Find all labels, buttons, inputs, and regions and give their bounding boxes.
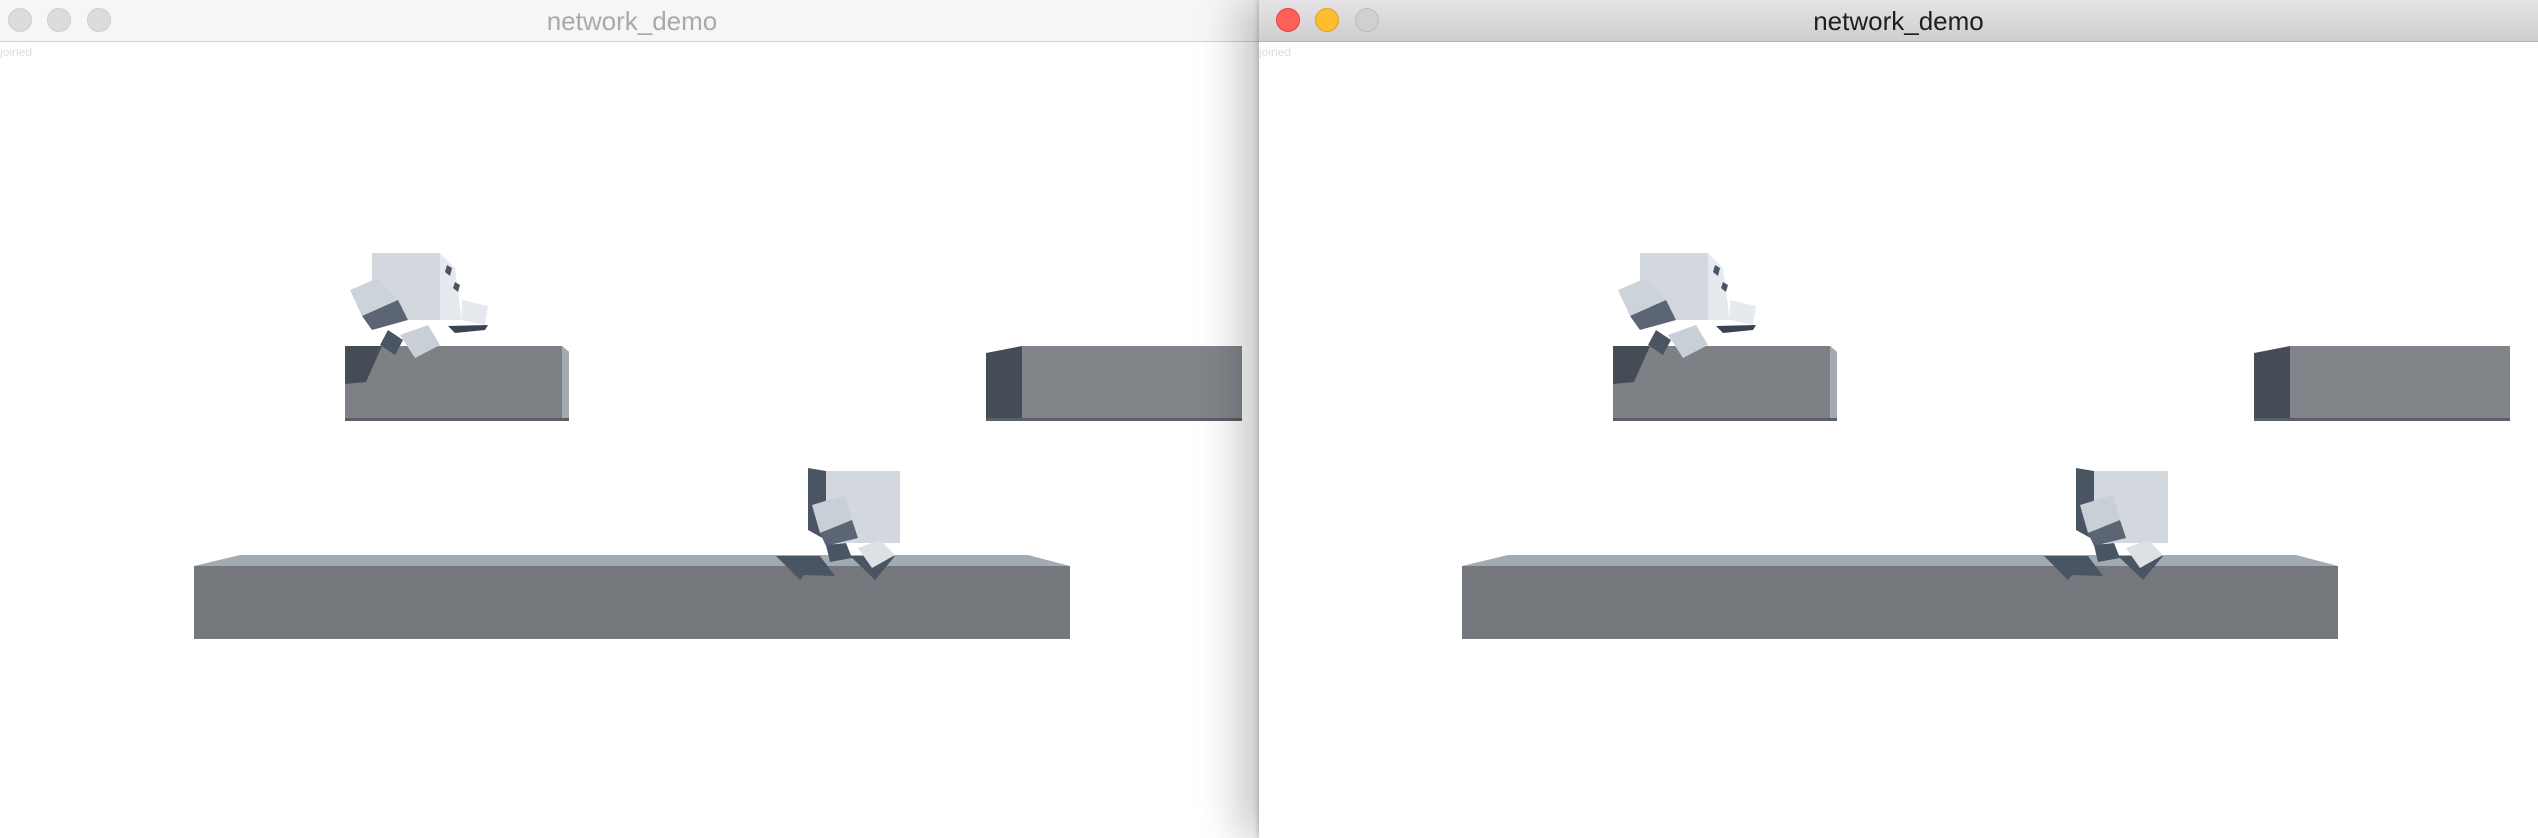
window-title: network_demo (1813, 6, 1984, 36)
upper-left-platform (1613, 346, 1837, 421)
game-viewport[interactable] (1259, 42, 2538, 838)
character-upper (350, 253, 488, 358)
ground-platform (194, 555, 1070, 639)
character-lower (808, 468, 900, 568)
upper-left-platform (345, 346, 569, 421)
upper-right-platform (986, 346, 1242, 421)
left-window: network_demo joined (0, 0, 1264, 838)
right-window: network_demo joined (1259, 0, 2538, 838)
upper-right-platform (2254, 346, 2510, 421)
window-title: network_demo (546, 6, 718, 36)
titlebar[interactable]: network_demo (1259, 0, 2538, 42)
ground-platform (1462, 555, 2338, 639)
character-upper (1618, 253, 1756, 358)
character-lower (2076, 468, 2168, 568)
game-viewport[interactable] (0, 42, 1264, 838)
titlebar[interactable]: network_demo (0, 0, 1264, 42)
